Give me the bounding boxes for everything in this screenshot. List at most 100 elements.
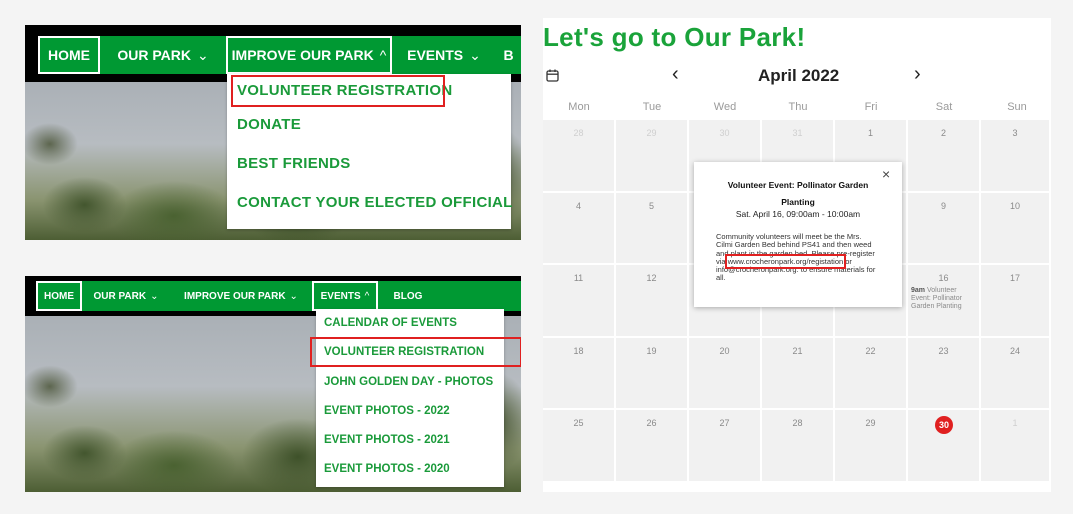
nav-label: EVENTS: [407, 47, 464, 63]
day-number: 5: [648, 200, 654, 211]
menu-item-event-photos-2020[interactable]: EVENT PHOTOS - 2020: [324, 463, 450, 475]
calendar-day-cell[interactable]: 26: [616, 410, 689, 483]
day-number: 17: [1009, 273, 1020, 283]
calendar-day-cell[interactable]: 17: [981, 265, 1051, 338]
next-month-button[interactable]: ›: [914, 63, 921, 86]
calendar-day-cell[interactable]: 23: [908, 337, 981, 410]
weekday-label: Mon: [568, 101, 590, 113]
calendar-day-cell[interactable]: 28: [543, 120, 616, 193]
popup-title: Volunteer Event: Pollinator Garden Plant…: [727, 180, 869, 207]
menu-item-event-photos-2021[interactable]: EVENT PHOTOS - 2021: [324, 434, 450, 446]
menu-item-donate[interactable]: DONATE: [237, 116, 301, 133]
calendar-day-cell[interactable]: 2: [908, 120, 981, 193]
calendar-day-cell[interactable]: 11: [543, 265, 616, 338]
calendar-day-cell[interactable]: 24: [981, 337, 1051, 410]
nav-label: B: [503, 47, 514, 63]
calendar-event[interactable]: 9am Volunteer Event: Pollinator Garden P…: [911, 287, 973, 311]
nav-blog[interactable]: BLOG: [378, 281, 438, 311]
day-number: 27: [719, 418, 730, 428]
calendar-day-cell[interactable]: 5: [616, 192, 689, 265]
nav-improve-our-park[interactable]: IMPROVE OUR PARK ⌄: [170, 281, 312, 311]
popup-body: Community volunteers will meet be the Mr…: [716, 232, 880, 283]
day-number: 9: [940, 200, 946, 211]
nav-label: BLOG: [393, 290, 423, 302]
day-number: 25: [573, 418, 584, 428]
calendar-icon[interactable]: [546, 69, 559, 82]
day-number: 28: [792, 418, 803, 428]
main-nav: HOME OUR PARK ⌄ IMPROVE OUR PARK ⌄ EVENTS ^…: [36, 281, 521, 311]
weekday-label: Fri: [864, 101, 878, 113]
nav-home[interactable]: HOME: [38, 36, 100, 74]
improve-our-park-dropdown: VOLUNTEER REGISTRATION DONATE BEST FRIEN…: [227, 74, 513, 229]
nav-improve-our-park[interactable]: IMPROVE OUR PARK ^: [226, 36, 392, 74]
bottom-screenshot-panel: HOME OUR PARK ⌄ IMPROVE OUR PARK ⌄ EVENTS ^…: [25, 276, 521, 492]
day-number: 1: [867, 128, 873, 138]
calendar-day-cell[interactable]: 1: [981, 410, 1051, 483]
popup-when: Sat. April 16, 09:00am - 10:00am: [735, 209, 861, 219]
calendar-day-cell[interactable]: 3: [981, 120, 1051, 193]
menu-item-contact-elected-official[interactable]: CONTACT YOUR ELECTED OFFICIAL: [237, 194, 513, 211]
weekday-label: Thu: [788, 101, 808, 113]
nav-label: IMPROVE OUR PARK: [184, 290, 286, 302]
nav-label: IMPROVE OUR PARK: [231, 47, 374, 63]
calendar-day-cell[interactable]: 28: [762, 410, 835, 483]
day-number: 10: [1009, 200, 1020, 211]
calendar-day-cell[interactable]: 29: [835, 410, 908, 483]
menu-item-john-golden-day-photos[interactable]: JOHN GOLDEN DAY - PHOTOS: [324, 376, 493, 388]
nav-blog-truncated[interactable]: B: [496, 36, 521, 74]
calendar-day-cell[interactable]: 22: [835, 337, 908, 410]
day-number: 11: [573, 273, 584, 283]
chevron-down-icon: ⌄: [150, 290, 159, 302]
menu-item-best-friends[interactable]: BEST FRIENDS: [237, 155, 351, 172]
nav-label: HOME: [48, 47, 90, 63]
chevron-down-icon: ⌄: [469, 46, 481, 63]
day-number: 23: [938, 345, 949, 356]
menu-item-volunteer-registration[interactable]: VOLUNTEER REGISTRATION: [231, 75, 452, 107]
page-title: Let's go to Our Park!: [543, 22, 806, 52]
menu-item-calendar-of-events[interactable]: CALENDAR OF EVENTS: [324, 317, 457, 329]
nav-home[interactable]: HOME: [36, 281, 82, 311]
nav-label: OUR PARK: [117, 47, 191, 63]
chevron-up-icon: ^: [364, 290, 370, 302]
today-date: 30: [938, 420, 949, 430]
nav-our-park[interactable]: OUR PARK ⌄: [100, 36, 226, 74]
nav-label: OUR PARK: [93, 290, 147, 302]
chevron-down-icon: ⌄: [289, 290, 298, 302]
day-number: 1: [1012, 418, 1018, 428]
calendar-day-cell[interactable]: 12: [616, 265, 689, 338]
prev-month-button[interactable]: ‹: [672, 63, 679, 86]
calendar-day-cell[interactable]: 18: [543, 337, 616, 410]
weekday-label: Sun: [1007, 101, 1027, 113]
day-number: 19: [646, 345, 657, 356]
calendar-day-cell[interactable]: 25: [543, 410, 616, 483]
calendar-day-cell[interactable]: 21: [762, 337, 835, 410]
day-number: 28: [573, 128, 584, 138]
nav-our-park[interactable]: OUR PARK ⌄: [82, 281, 170, 311]
day-number: 3: [1012, 128, 1018, 138]
day-number: 30: [719, 128, 730, 138]
top-screenshot-panel: HOME OUR PARK ⌄ IMPROVE OUR PARK ^ EVENTS ⌄…: [25, 25, 521, 240]
event-time: 9am: [911, 287, 926, 294]
calendar-day-cell[interactable]: 9: [908, 192, 981, 265]
calendar-day-cell[interactable]: 27: [689, 410, 762, 483]
day-number: 12: [646, 273, 657, 283]
menu-item-event-photos-2022[interactable]: EVENT PHOTOS - 2022: [324, 405, 450, 417]
calendar-day-cell[interactable]: 29: [616, 120, 689, 193]
calendar-day-cell[interactable]: 10: [981, 192, 1051, 265]
month-label: April 2022: [758, 66, 840, 85]
calendar-day-cell[interactable]: 19: [616, 337, 689, 410]
day-number: 22: [865, 345, 876, 356]
day-number: 20: [719, 345, 730, 356]
nav-events[interactable]: EVENTS ^: [312, 281, 378, 311]
day-number: 31: [792, 128, 803, 138]
calendar-day-cell[interactable]: 4: [543, 192, 616, 265]
nav-events[interactable]: EVENTS ⌄: [392, 36, 496, 74]
main-nav: HOME OUR PARK ⌄ IMPROVE OUR PARK ^ EVENTS ⌄…: [38, 36, 521, 74]
day-number: 4: [575, 200, 581, 211]
menu-item-volunteer-registration[interactable]: VOLUNTEER REGISTRATION: [310, 337, 521, 367]
close-icon[interactable]: ×: [882, 166, 890, 182]
weekday-label: Sat: [935, 101, 953, 113]
chevron-down-icon: ⌄: [196, 46, 209, 63]
calendar-day-cell[interactable]: 20: [689, 337, 762, 410]
day-number: 29: [865, 418, 876, 428]
